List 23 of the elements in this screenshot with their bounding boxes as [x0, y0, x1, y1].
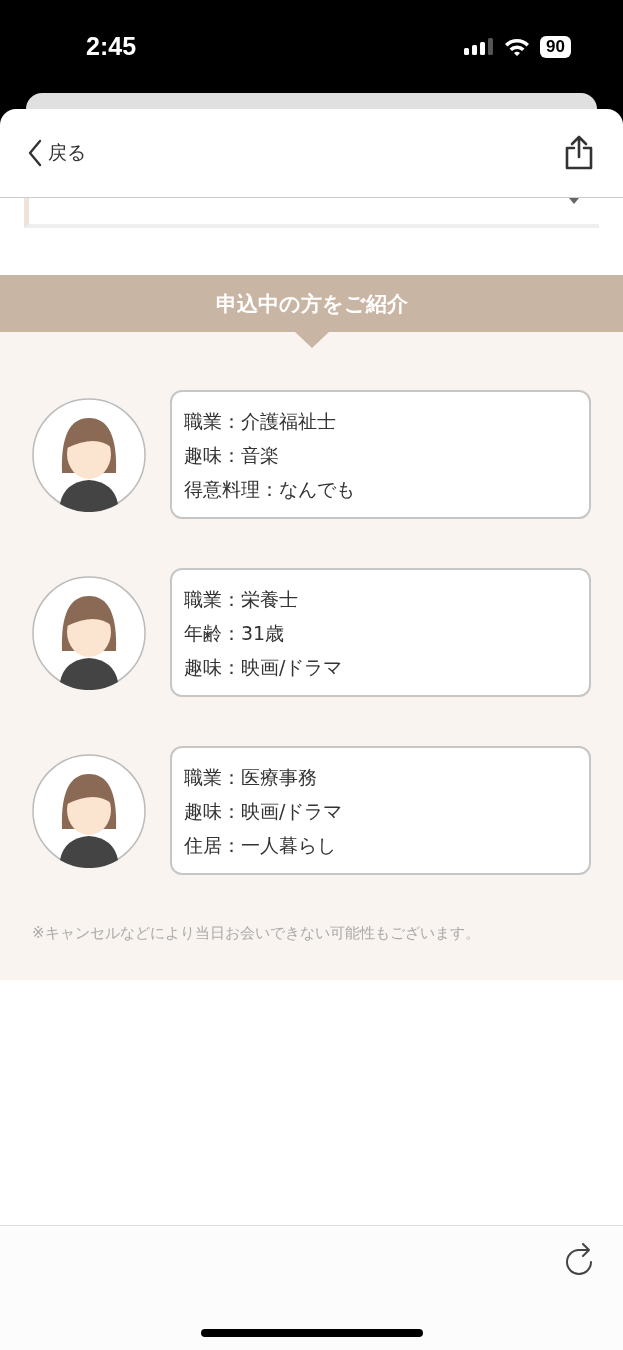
profile-detail: 職業：栄養士 — [184, 586, 299, 612]
avatar-icon — [32, 397, 146, 512]
profile-detail: 年齢：31歳 — [184, 620, 286, 646]
profile-detail: 趣味：映画/ドラマ — [184, 798, 344, 824]
profile-detail: 趣味：音楽 — [184, 442, 280, 468]
share-icon[interactable] — [563, 135, 595, 171]
profile-detail: 住居：一人暮らし — [184, 832, 337, 858]
profile-detail: 趣味：映画/ドラマ — [184, 654, 344, 680]
chevron-left-icon — [28, 139, 42, 167]
status-time: 2:45 — [86, 32, 137, 61]
avatar-icon — [32, 575, 146, 690]
caret-down-icon — [569, 198, 579, 204]
profile-detail: 得意料理：なんでも — [184, 476, 356, 502]
pointer-triangle-icon — [295, 332, 329, 348]
notice-text: ※キャンセルなどにより当日お会いできない可能性もございます。 — [32, 924, 481, 943]
back-button[interactable]: 戻る — [28, 139, 86, 167]
battery-indicator: 90 — [540, 35, 571, 58]
wifi-icon — [504, 36, 531, 57]
signal-icon — [464, 36, 495, 57]
profile-detail: 職業：医療事務 — [184, 764, 318, 790]
avatar-icon — [32, 753, 146, 868]
reload-icon[interactable] — [563, 1240, 595, 1278]
profile-detail: 職業：介護福祉士 — [184, 408, 337, 434]
